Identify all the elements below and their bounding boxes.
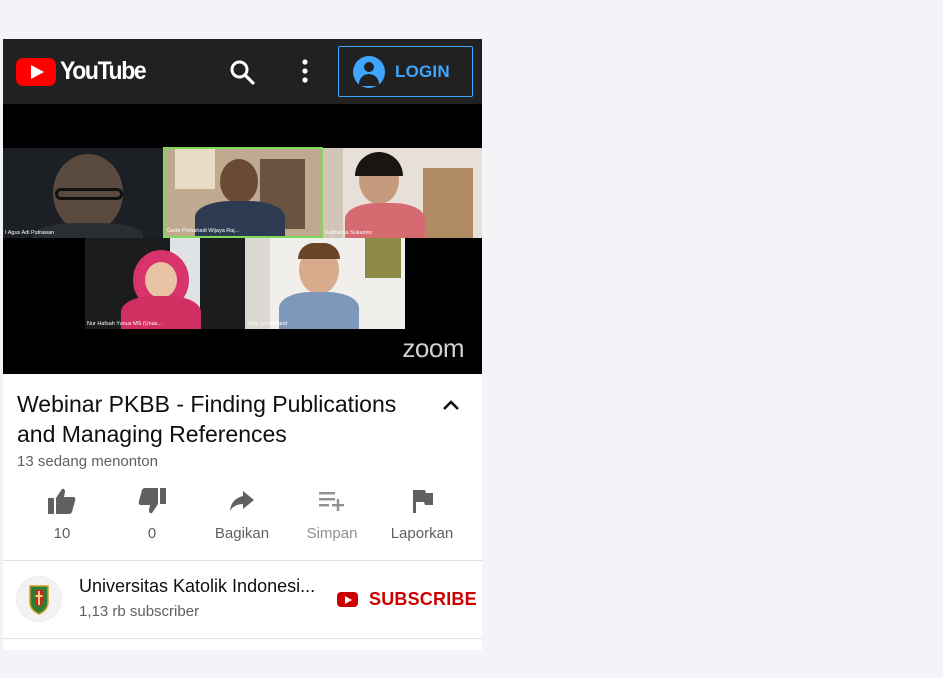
like-count: 10 — [53, 525, 71, 542]
youtube-play-icon — [337, 592, 358, 607]
youtube-logo[interactable]: YouTube — [16, 57, 153, 86]
like-button[interactable]: 10 — [22, 487, 102, 542]
save-label: Simpan — [306, 525, 358, 542]
participant-tile: I Agus Adi Putrawan — [3, 148, 163, 238]
subscribe-button[interactable]: SUBSCRIBE — [337, 589, 477, 610]
more-vert-icon[interactable] — [297, 57, 313, 85]
participant-tile: Katharina Sukamto — [323, 148, 482, 238]
participant-tile: Nur Hafsah Yunus MS (Unas... — [85, 238, 245, 329]
participant-tile-active: Gede Primahadi Wijaya Raj... — [163, 147, 323, 238]
participant-name: I Agus Adi Putrawan — [5, 230, 55, 236]
chevron-up-icon[interactable] — [441, 397, 461, 413]
share-button[interactable]: Bagikan — [202, 487, 282, 542]
share-icon — [230, 491, 254, 511]
report-label: Laporkan — [390, 525, 454, 542]
channel-avatar[interactable] — [16, 576, 62, 622]
university-seal-icon — [17, 577, 61, 621]
login-button[interactable]: LOGIN — [338, 46, 473, 97]
youtube-wordmark: YouTube — [60, 57, 147, 85]
playlist-add-icon — [319, 492, 344, 511]
top-app-bar: YouTube LOGIN — [3, 39, 482, 104]
participant-name: Joey Lovestrand — [247, 321, 288, 327]
video-player[interactable]: I Agus Adi Putrawan Gede Primahadi Wijay… — [3, 104, 482, 374]
thumbs-up-icon — [48, 488, 76, 514]
search-icon[interactable] — [229, 59, 255, 85]
dislike-button[interactable]: 0 — [112, 487, 192, 542]
login-label: LOGIN — [395, 61, 450, 81]
subscriber-count: 1,13 rb subscriber — [79, 603, 200, 620]
share-label: Bagikan — [214, 525, 270, 542]
flag-icon — [413, 490, 433, 513]
save-button[interactable]: Simpan — [292, 487, 372, 542]
participant-tile: Joey Lovestrand — [245, 238, 405, 329]
subscribe-label: SUBSCRIBE — [369, 589, 477, 609]
account-circle-icon — [353, 55, 385, 88]
participant-name: Nur Hafsah Yunus MS (Unas... — [87, 321, 163, 327]
video-title: Webinar PKBB - Finding Publications and … — [17, 391, 397, 447]
participant-name: Gede Primahadi Wijaya Raj... — [167, 228, 240, 234]
divider — [3, 560, 482, 561]
youtube-play-icon — [16, 57, 56, 86]
thumbs-down-icon — [138, 488, 166, 514]
dislike-count: 0 — [147, 525, 157, 542]
report-button[interactable]: Laporkan — [382, 487, 462, 542]
channel-name[interactable]: Universitas Katolik Indonesi... — [79, 576, 315, 597]
zoom-watermark: zoom — [402, 333, 464, 363]
live-viewers-count: 13 sedang menonton — [17, 453, 158, 470]
divider — [3, 638, 482, 639]
mobile-youtube-page: YouTube LOGIN I Agus Adi Putrawan Gede P… — [3, 39, 482, 650]
participant-name: Katharina Sukamto — [325, 230, 372, 236]
